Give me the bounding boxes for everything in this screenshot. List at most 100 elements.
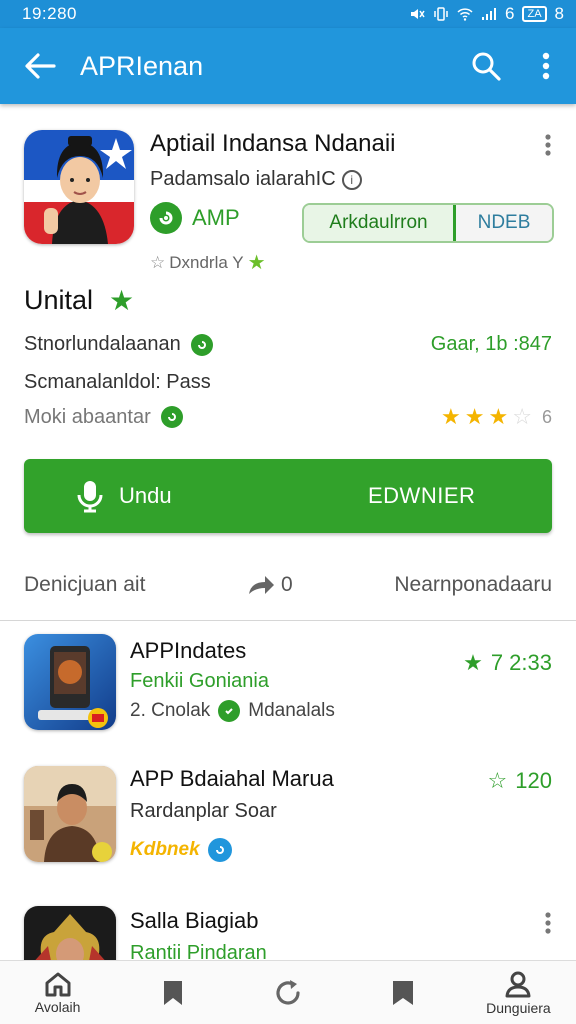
meta-row-1: Stnorlundalaanan Gaar, 1b :847 xyxy=(24,333,552,356)
wifi-icon xyxy=(457,8,473,21)
bookmark-icon xyxy=(393,980,414,1005)
content-rating-label: Dxndrla Y xyxy=(169,252,244,272)
mic-icon xyxy=(77,481,103,513)
check-icon xyxy=(218,700,241,722)
list-item-rating: ☆ 120 xyxy=(488,768,552,794)
badge-label: AMP xyxy=(192,205,240,230)
list-item-title: APPIndates xyxy=(130,638,247,663)
list-item-icon xyxy=(24,766,116,862)
section-title-text: Unital xyxy=(24,285,94,315)
share-count: 0 xyxy=(281,573,293,596)
meta-row-3: Moki abaantar ★ ★ ★ ☆ 6 xyxy=(24,404,552,430)
info-icon[interactable]: i xyxy=(341,169,362,190)
green-star-icon: ★ xyxy=(109,285,135,316)
status-bar: 19:280 6 ZA 8 xyxy=(0,0,576,28)
developer-name: Padamsalo ialarahIC xyxy=(150,168,336,190)
mute-icon xyxy=(411,9,425,19)
developer-row[interactable]: Padamsalo ialarahIC i xyxy=(150,168,362,191)
play-badge-icon xyxy=(150,202,182,234)
star-filled-icon: ★ xyxy=(441,404,461,429)
search-icon xyxy=(472,52,501,81)
nav-bookmarks[interactable] xyxy=(115,961,230,1024)
list-item-meta: 2. Cnolak Mdanalals xyxy=(130,700,335,722)
app-header: Aptiail Indansa Ndanaii Padamsalo ialara… xyxy=(0,104,576,284)
list-item-rating-value: 7 2:33 xyxy=(490,650,552,675)
list-item[interactable]: APP Bdaiahal Marua Rardanplar Soar Kdbne… xyxy=(0,762,576,882)
list-item-meta-right: Mdanalals xyxy=(248,700,335,721)
star-filled-icon: ★ xyxy=(488,404,509,429)
signal-icon xyxy=(482,8,496,20)
nav-home[interactable]: Avolaih xyxy=(0,961,115,1024)
meta-row-2: Scmanalanldol: Pass xyxy=(24,371,552,394)
action-row: Denicjuan ait 0 Nearnponadaaru xyxy=(24,560,552,610)
home-icon xyxy=(45,972,71,996)
bottom-navigation: Avolaih Dunguiera xyxy=(0,960,576,1024)
list-item-rating: ★ 7 2:33 xyxy=(463,650,552,676)
back-arrow-icon xyxy=(25,53,56,79)
refresh-icon xyxy=(276,979,300,1005)
share-arrow-icon xyxy=(249,576,275,594)
rating-count: 6 xyxy=(541,406,552,427)
divider xyxy=(0,620,576,621)
list-item[interactable]: APPIndates Fenkii Goniania 2. Cnolak Mda… xyxy=(0,630,576,750)
segment-toggle[interactable]: Arkdaulrron NDEB xyxy=(302,203,554,243)
app-name: Aptiail Indansa Ndanaii xyxy=(150,130,396,157)
nav-refresh[interactable] xyxy=(230,961,345,1024)
list-item-subtitle: Rardanplar Soar xyxy=(130,800,277,822)
list-item-meta: Kdbnek xyxy=(130,838,232,862)
sync-icon xyxy=(207,838,232,862)
meta-label-3: Moki abaantar xyxy=(24,405,151,428)
search-button[interactable] xyxy=(456,28,516,104)
app-bar: APRIenan xyxy=(0,28,576,104)
bookmark-icon xyxy=(163,980,182,1005)
install-button[interactable]: Undu EDWNIER xyxy=(24,459,552,533)
nav-profile-label: Dunguiera xyxy=(486,999,551,1016)
more-options-button[interactable] xyxy=(516,28,576,104)
list-item-subtitle: Fenkii Goniania xyxy=(130,670,269,692)
list-item-icon xyxy=(24,634,116,730)
more-vert-icon xyxy=(545,134,551,156)
meta-label-2: Scmanalanldol: Pass xyxy=(24,371,211,393)
action-left-link[interactable]: Denicjuan ait xyxy=(24,573,145,597)
more-vert-icon xyxy=(542,52,550,80)
install-button-label: Undu xyxy=(119,483,172,508)
nav-home-label: Avolaih xyxy=(34,998,81,1015)
nav-saved[interactable] xyxy=(346,961,461,1024)
status-extra: 8 xyxy=(554,4,564,23)
meta-label-1: Stnorlundalaanan xyxy=(24,333,181,355)
star-filled-icon: ★ xyxy=(464,404,485,429)
list-item-meta-left: 2. Cnolak xyxy=(130,700,211,721)
nav-profile[interactable]: Dunguiera xyxy=(461,961,576,1024)
app-bar-title: APRIenan xyxy=(80,50,204,81)
list-item-title: APP Bdaiahal Marua xyxy=(130,766,334,791)
list-item-rating-value: 120 xyxy=(515,768,552,793)
battery-icon: ZA xyxy=(522,6,547,22)
app-badge: AMP xyxy=(150,202,240,234)
content-rating: ☆ Dxndrla Y ★ xyxy=(150,250,266,275)
meta-value-1: Gaar, 1b :847 xyxy=(430,333,552,355)
star-empty-icon: ☆ xyxy=(512,404,532,429)
app-icon[interactable] xyxy=(24,130,134,244)
share-button[interactable]: 0 xyxy=(247,573,293,597)
status-time: 19:280 xyxy=(22,4,77,23)
signal-label: 6 xyxy=(505,4,515,23)
green-star-icon: ★ xyxy=(247,252,266,274)
install-button-secondary-label: EDWNIER xyxy=(368,483,476,508)
person-icon xyxy=(505,971,531,997)
outline-star-icon: ☆ xyxy=(150,252,166,272)
back-button[interactable] xyxy=(0,28,80,104)
green-star-icon: ★ xyxy=(463,650,483,675)
section-title: Unital ★ xyxy=(24,284,134,317)
more-vert-icon xyxy=(545,912,551,934)
list-item-more-button[interactable] xyxy=(544,912,552,934)
check-icon xyxy=(190,333,213,356)
list-item-title: Salla Biagiab xyxy=(130,908,259,933)
list-item-tag: Kdbnek xyxy=(130,839,200,860)
segment-left[interactable]: Arkdaulrron xyxy=(304,205,456,241)
outline-star-icon: ☆ xyxy=(487,768,508,793)
action-right-link[interactable]: Nearnponadaaru xyxy=(394,573,552,597)
segment-right[interactable]: NDEB xyxy=(456,205,552,241)
rating-stars: ★ ★ ★ ☆ 6 xyxy=(441,404,552,430)
app-more-button[interactable] xyxy=(544,134,552,161)
check-icon xyxy=(160,406,183,428)
